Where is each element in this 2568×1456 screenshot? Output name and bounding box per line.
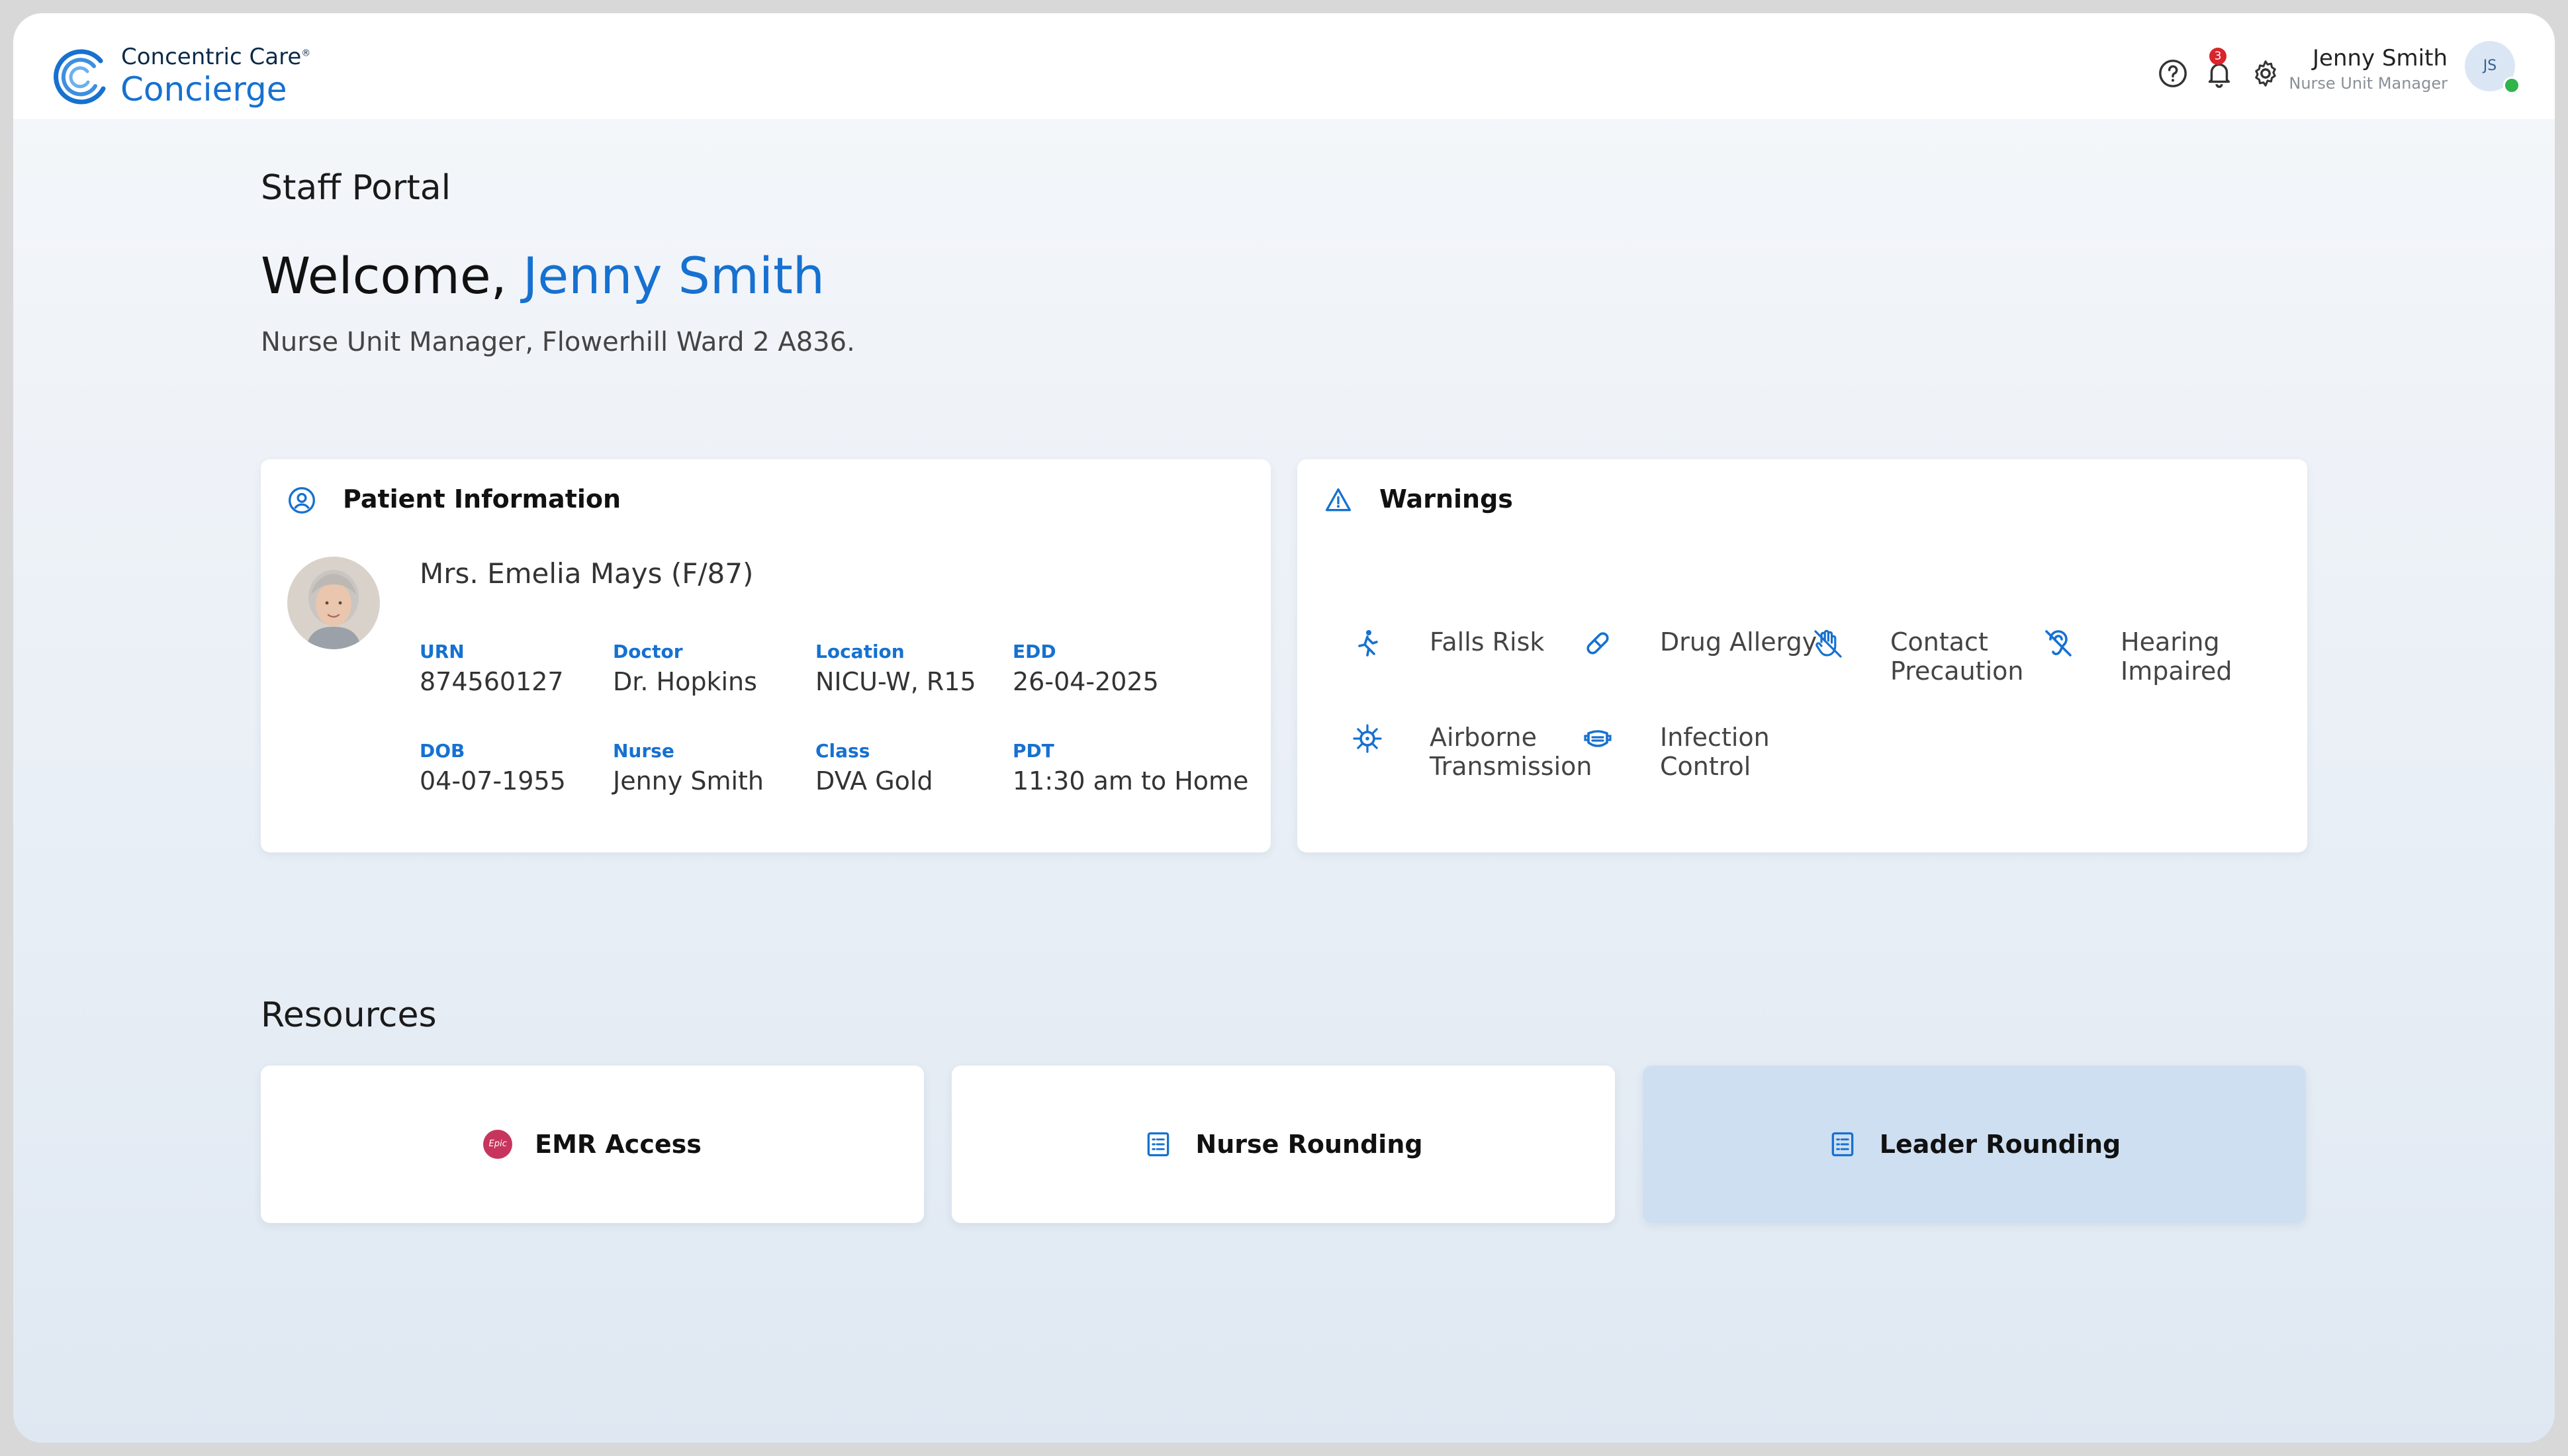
field-label-location: Location [815, 641, 905, 662]
hearing-impaired-icon [2045, 630, 2072, 657]
user-name[interactable]: Jenny Smith [2313, 45, 2448, 71]
field-value-pdt: 11:30 am to Home [1013, 766, 1249, 796]
nurse-rounding-label: Nurse Rounding [1195, 1130, 1423, 1159]
field-label-nurse: Nurse [613, 740, 674, 762]
pill-icon [1586, 632, 1609, 655]
concentric-logo-icon [54, 49, 106, 105]
emr-access-label: EMR Access [535, 1130, 702, 1159]
patient-portrait-image [287, 557, 380, 649]
field-value-urn: 874560127 [420, 667, 564, 696]
resources-heading: Resources [261, 995, 437, 1035]
field-label-edd: EDD [1013, 641, 1056, 662]
field-value-location: NICU-W, R15 [815, 667, 976, 696]
app-window: Concentric Care® Concierge 3 Jenny Smith… [13, 13, 2555, 1443]
user-circle-icon [289, 487, 315, 514]
notification-count-badge: 3 [2209, 48, 2226, 65]
field-value-edd: 26-04-2025 [1013, 667, 1159, 696]
virus-airborne-icon [1353, 724, 1382, 753]
emr-access-button[interactable]: Epic EMR Access [261, 1066, 924, 1223]
warnings-card: Warnings Falls Risk Drug Allergy Contact… [1297, 459, 2307, 852]
patient-card-title: Patient Information [343, 484, 621, 514]
help-icon[interactable] [2158, 58, 2188, 89]
settings-gear-icon[interactable] [2250, 58, 2281, 89]
field-label-class: Class [815, 740, 870, 762]
brand-logo[interactable]: Concentric Care® Concierge [52, 34, 383, 109]
epic-logo-icon: Epic [483, 1130, 513, 1159]
online-status-dot [2503, 77, 2520, 94]
page-title: Staff Portal [261, 168, 451, 208]
warning-hearing-impaired: Hearing Impaired [2121, 627, 2232, 686]
patient-name: Mrs. Emelia Mays (F/87) [420, 557, 754, 590]
hand-contact-icon [1814, 629, 1842, 658]
face-mask-icon [1584, 730, 1612, 747]
top-bar: Concentric Care® Concierge 3 Jenny Smith… [13, 13, 2555, 119]
field-value-class: DVA Gold [815, 766, 933, 796]
document-list-icon [1148, 1132, 1169, 1157]
leader-rounding-label: Leader Rounding [1879, 1130, 2121, 1159]
field-value-doctor: Dr. Hopkins [613, 667, 757, 696]
warning-triangle-icon [1325, 488, 1352, 512]
document-list-icon [1831, 1132, 1854, 1157]
patient-photo [287, 557, 380, 649]
nurse-rounding-button[interactable]: Nurse Rounding [952, 1066, 1615, 1223]
field-value-dob: 04-07-1955 [420, 766, 566, 796]
field-label-dob: DOB [420, 740, 465, 762]
patient-information-card: Patient Information Mrs. Emelia Mays (F/… [261, 459, 1271, 852]
leader-rounding-button[interactable]: Leader Rounding [1643, 1066, 2306, 1223]
warnings-card-title: Warnings [1379, 484, 1513, 514]
user-role: Nurse Unit Manager [2289, 74, 2448, 93]
warning-infection-control: Infection Control [1660, 723, 1770, 781]
welcome-user-name: Jenny Smith [522, 246, 825, 305]
brand-name: Concentric Care® [121, 44, 311, 70]
field-label-doctor: Doctor [613, 641, 683, 662]
field-value-nurse: Jenny Smith [613, 766, 764, 796]
field-label-urn: URN [420, 641, 465, 662]
welcome-heading: Welcome, Jenny Smith [261, 246, 825, 305]
user-ward-subtitle: Nurse Unit Manager, Flowerhill Ward 2 A8… [261, 327, 855, 357]
field-label-pdt: PDT [1013, 740, 1054, 762]
falls-risk-icon [1358, 630, 1378, 657]
brand-product: Concierge [120, 70, 287, 109]
